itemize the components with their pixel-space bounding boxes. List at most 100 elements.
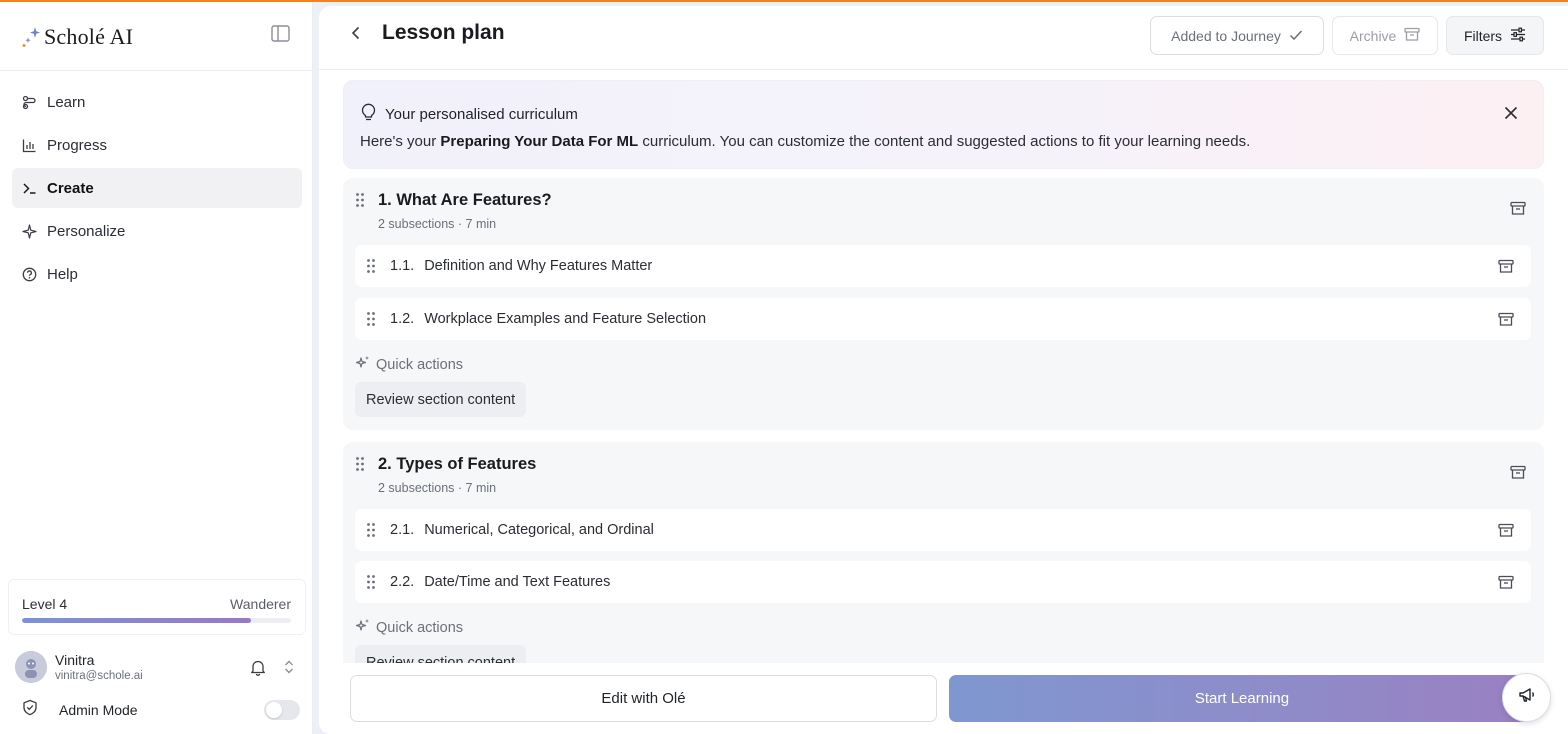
- archive-icon[interactable]: [1496, 572, 1516, 592]
- filters-button-label: Filters: [1463, 27, 1503, 44]
- subsection-title: Date/Time and Text Features: [424, 574, 611, 590]
- sidebar-toggle-icon: [270, 25, 290, 47]
- top-accent-bar: [0, 0, 1568, 2]
- lightbulb-icon: [361, 103, 376, 126]
- subsection-number: 2.2.: [390, 574, 415, 590]
- sidebar-item-label: Learn: [47, 93, 86, 111]
- sidebar-item-personalize[interactable]: Personalize: [12, 211, 302, 251]
- subsection-number: 1.2.: [390, 311, 415, 327]
- drag-handle-icon[interactable]: [366, 522, 378, 538]
- section-title[interactable]: 2. Types of Features: [378, 455, 536, 474]
- sidebar-nav: Learn Progress Create Personalize Help: [12, 82, 302, 297]
- curriculum-section: 1. What Are Features? 2 subsections · 7 …: [343, 178, 1544, 430]
- subsection-row[interactable]: 2.1. Numerical, Categorical, and Ordinal: [355, 509, 1531, 551]
- level-progress-bar: [22, 618, 291, 623]
- page-title: Lesson plan: [382, 21, 505, 44]
- section-title[interactable]: 1. What Are Features?: [378, 191, 552, 210]
- user-name: Vinitra: [55, 652, 95, 668]
- collapse-sidebar-button[interactable]: [268, 24, 292, 48]
- sidebar-item-label: Personalize: [47, 222, 126, 240]
- action-footer: Edit with Olé Start Learning: [319, 663, 1568, 734]
- archive-icon[interactable]: [1496, 520, 1516, 540]
- main-panel: Lesson plan Added to Journey Archive Fil…: [319, 6, 1568, 734]
- sidebar-item-create[interactable]: Create: [12, 168, 302, 208]
- sidebar-item-learn[interactable]: Learn: [12, 82, 302, 122]
- added-to-journey-button[interactable]: Added to Journey: [1150, 16, 1324, 55]
- filters-button[interactable]: Filters: [1446, 16, 1544, 55]
- megaphone-icon: [1518, 687, 1536, 708]
- sparkles-icon: [355, 618, 370, 637]
- review-section-button[interactable]: Review section content: [355, 645, 527, 663]
- chevron-up-down-icon[interactable]: [278, 656, 300, 678]
- help-circle-icon: [21, 266, 37, 282]
- sidebar-divider: [0, 70, 313, 71]
- level-progress-fill: [22, 618, 251, 623]
- drag-handle-icon[interactable]: [366, 311, 378, 327]
- subsection-number: 1.1.: [390, 258, 415, 274]
- admin-mode-label: Admin Mode: [59, 702, 138, 718]
- drag-handle-icon[interactable]: [366, 574, 378, 590]
- shield-check-icon: [22, 699, 38, 721]
- sparkle-logo-icon: [20, 25, 42, 49]
- edit-with-ole-button[interactable]: Edit with Olé: [350, 675, 937, 722]
- quick-actions-label: Quick actions: [355, 618, 463, 637]
- terminal-icon: [21, 180, 37, 196]
- review-section-button[interactable]: Review section content: [355, 382, 527, 417]
- archive-button[interactable]: Archive: [1332, 16, 1438, 55]
- check-icon: [1289, 28, 1303, 44]
- archive-icon: [1510, 465, 1526, 485]
- curriculum-banner: Your personalised curriculum Here's your…: [343, 80, 1544, 169]
- curriculum-section: 2. Types of Features 2 subsections · 7 m…: [343, 442, 1544, 663]
- close-banner-button[interactable]: [1501, 105, 1521, 125]
- admin-mode-row: Admin Mode: [22, 697, 300, 723]
- subsection-number: 2.1.: [390, 522, 415, 538]
- archive-button-label: Archive: [1349, 27, 1397, 44]
- subsection-title: Numerical, Categorical, and Ordinal: [424, 522, 654, 538]
- sidebar-item-label: Create: [47, 179, 94, 197]
- drag-handle-icon[interactable]: [355, 192, 367, 208]
- archive-section-button[interactable]: [1508, 465, 1528, 485]
- subsection-row[interactable]: 2.2. Date/Time and Text Features: [355, 561, 1531, 603]
- admin-mode-toggle[interactable]: [264, 700, 300, 720]
- brand-logo[interactable]: Scholé AI: [20, 20, 133, 54]
- archive-icon: [1510, 201, 1526, 221]
- quick-actions-label: Quick actions: [355, 355, 463, 374]
- sparkle-icon: [21, 223, 37, 239]
- start-learning-button[interactable]: Start Learning: [949, 675, 1535, 722]
- drag-handle-icon[interactable]: [355, 456, 367, 472]
- level-rank: Wanderer: [230, 596, 291, 612]
- archive-icon[interactable]: [1496, 256, 1516, 276]
- banner-title: Your personalised curriculum: [385, 106, 578, 123]
- page-header: Lesson plan Added to Journey Archive Fil…: [319, 6, 1568, 70]
- feedback-button[interactable]: [1502, 673, 1551, 722]
- avatar: [15, 651, 47, 683]
- subsection-row[interactable]: 1.1. Definition and Why Features Matter: [355, 245, 1531, 287]
- subsection-row[interactable]: 1.2. Workplace Examples and Feature Sele…: [355, 298, 1531, 340]
- brand-name: Scholé AI: [44, 24, 134, 49]
- quick-actions-text: Quick actions: [376, 619, 464, 636]
- bar-chart-icon: [21, 137, 37, 153]
- toggle-knob: [266, 702, 282, 718]
- sidebar: Scholé AI Learn Progress Create Personal…: [0, 2, 313, 734]
- drag-handle-icon[interactable]: [366, 258, 378, 274]
- archive-icon[interactable]: [1496, 309, 1516, 329]
- back-button[interactable]: [345, 24, 367, 46]
- level-card[interactable]: Level 4 Wanderer: [8, 579, 306, 635]
- level-label: Level 4: [22, 596, 68, 612]
- journey-button-label: Added to Journey: [1171, 27, 1281, 44]
- notification-bell-icon[interactable]: [247, 656, 269, 678]
- subsection-title: Definition and Why Features Matter: [424, 258, 653, 274]
- banner-text: Here's your Preparing Your Data For ML c…: [360, 133, 1250, 150]
- sparkles-icon: [355, 355, 370, 374]
- user-email: vinitra@schole.ai: [55, 670, 143, 682]
- sidebar-item-label: Help: [47, 265, 78, 283]
- sidebar-item-progress[interactable]: Progress: [12, 125, 302, 165]
- route-icon: [21, 94, 37, 110]
- user-account[interactable]: Vinitra vinitra@schole.ai: [15, 647, 300, 687]
- archive-section-button[interactable]: [1508, 201, 1528, 221]
- banner-text-before: Here's your: [360, 133, 441, 150]
- quick-actions-text: Quick actions: [376, 356, 464, 373]
- lesson-plan-content[interactable]: Your personalised curriculum Here's your…: [319, 71, 1568, 663]
- section-meta: 2 subsections · 7 min: [378, 481, 497, 495]
- sidebar-item-help[interactable]: Help: [12, 254, 302, 294]
